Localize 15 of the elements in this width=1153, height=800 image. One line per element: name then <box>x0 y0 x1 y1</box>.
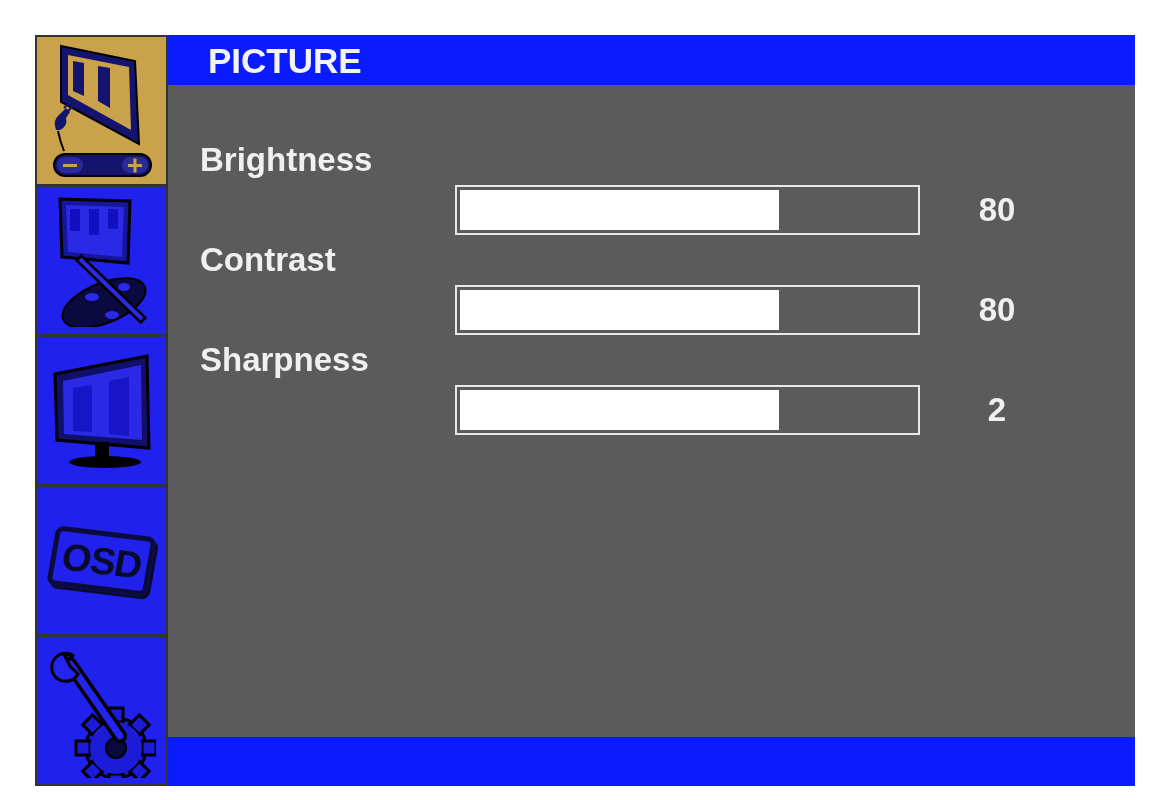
setting-value: 80 <box>977 191 1017 229</box>
setting-value: 80 <box>977 291 1017 329</box>
menu-title: PICTURE <box>208 42 362 78</box>
monitor-slider-icon <box>50 43 153 178</box>
menu-tab[interactable] <box>37 37 166 184</box>
setting-value: 2 <box>986 391 1008 429</box>
setting-label: Brightness <box>200 140 373 180</box>
slider-track[interactable] <box>455 385 920 435</box>
menu-tab[interactable]: OSD <box>37 487 166 634</box>
setting-label: Sharpness <box>200 340 369 380</box>
slider-track[interactable] <box>455 185 920 235</box>
monitor-icon <box>51 352 152 469</box>
osd-label: OSD <box>45 524 157 597</box>
setting-label: Contrast <box>200 240 336 280</box>
slider-track[interactable] <box>455 285 920 335</box>
